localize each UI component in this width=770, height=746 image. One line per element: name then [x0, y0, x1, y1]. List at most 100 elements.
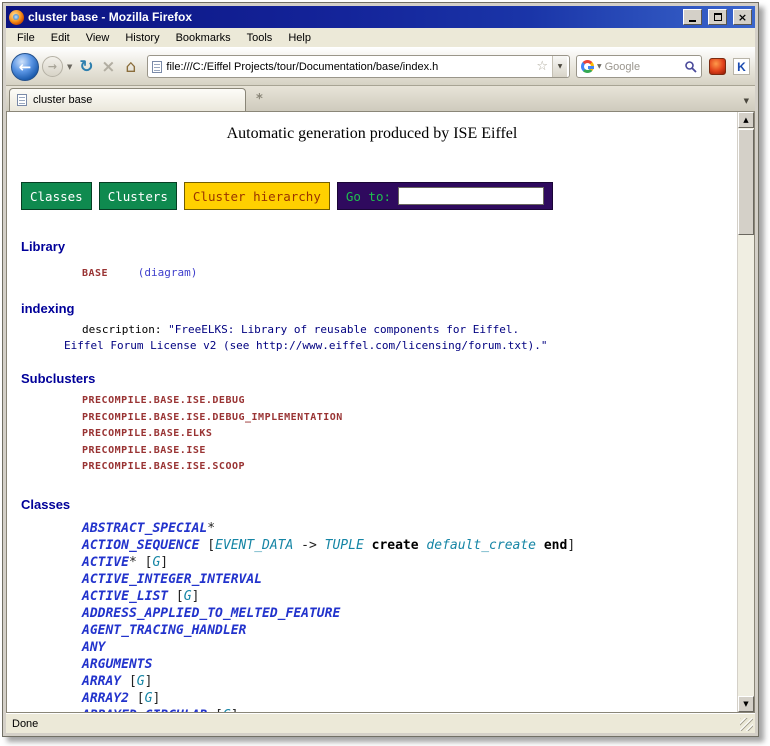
subcluster-link[interactable]: PRECOMPILE.BASE.ISE	[82, 443, 737, 460]
status-bar: Done	[6, 713, 755, 733]
minimize-button[interactable]	[683, 9, 702, 25]
scroll-up-button[interactable]: ▲	[738, 112, 754, 128]
bookmark-star-icon[interactable]: ☆	[536, 59, 548, 74]
menu-view[interactable]: View	[78, 29, 118, 47]
indexing-line-1: description: "FreeELKS: Library of reusa…	[82, 322, 737, 338]
generic-parameter-link[interactable]: default_create	[426, 538, 536, 553]
class-link[interactable]: ARRAY2	[82, 691, 129, 706]
tab-title: cluster base	[33, 94, 92, 106]
class-link[interactable]: ANY	[82, 640, 105, 655]
stop-button[interactable]: ×	[99, 56, 117, 78]
generic-parameter-link[interactable]: G	[184, 589, 192, 604]
scrollbar-track[interactable]	[738, 236, 754, 696]
class-entry-text: *	[207, 521, 215, 536]
menu-tools[interactable]: Tools	[239, 29, 281, 47]
class-entry-text: ]	[231, 708, 239, 713]
firefox-icon	[9, 10, 24, 25]
addon-icon-red[interactable]	[709, 58, 726, 75]
back-button[interactable]: ←	[11, 53, 39, 81]
page-title: Automatic generation produced by ISE Eif…	[7, 125, 737, 143]
addon-icon-k[interactable]: K	[733, 58, 750, 75]
menu-bookmarks[interactable]: Bookmarks	[168, 29, 239, 47]
class-entry-text: ]	[152, 691, 160, 706]
class-entry: ARGUMENTS	[82, 656, 737, 673]
menu-file[interactable]: File	[9, 29, 43, 47]
minimize-icon	[689, 20, 696, 22]
tab-strip-icon[interactable]: *	[256, 92, 263, 107]
home-button[interactable]: ⌂	[120, 56, 141, 78]
close-button[interactable]: ×	[733, 9, 752, 25]
address-input[interactable]: file:///C:/Eiffel Projects/tour/Document…	[166, 61, 532, 73]
address-dropdown-button[interactable]: ▼	[552, 56, 567, 77]
class-link[interactable]: ADDRESS_APPLIED_TO_MELTED_FEATURE	[82, 606, 340, 621]
class-entry-text: [	[137, 555, 153, 570]
class-link[interactable]: ACTION_SEQUENCE	[82, 538, 199, 553]
search-engine-dropdown-icon[interactable]: ▼	[597, 63, 602, 70]
scroll-down-button[interactable]: ▼	[738, 696, 754, 712]
goto-box: Go to:	[337, 182, 553, 210]
class-link[interactable]: ACTIVE_LIST	[82, 589, 168, 604]
class-link[interactable]: ACTIVE_INTEGER_INTERVAL	[82, 572, 262, 587]
scrollbar-thumb[interactable]	[738, 129, 754, 235]
subcluster-link[interactable]: PRECOMPILE.BASE.ISE.DEBUG_IMPLEMENTATION	[82, 410, 737, 427]
search-box[interactable]: ▼ Google	[576, 55, 702, 78]
class-entry-text: [	[207, 708, 223, 713]
address-bar[interactable]: file:///C:/Eiffel Projects/tour/Document…	[147, 55, 570, 78]
library-name-link[interactable]: BASE	[82, 268, 108, 279]
maximize-icon	[714, 13, 722, 21]
classes-link[interactable]: Classes	[21, 182, 92, 210]
search-magnifier-icon[interactable]	[684, 60, 697, 73]
class-list: ABSTRACT_SPECIAL*ACTION_SEQUENCE [EVENT_…	[82, 520, 737, 713]
class-entry: ARRAYED_CIRCULAR [G]	[82, 707, 737, 713]
class-entry-text: [	[121, 674, 137, 689]
generic-parameter-link[interactable]: TUPLE	[325, 538, 364, 553]
tab-cluster-base[interactable]: cluster base	[9, 88, 246, 111]
menubar: FileEditViewHistoryBookmarksToolsHelp	[6, 28, 755, 48]
subcluster-link[interactable]: PRECOMPILE.BASE.ISE.SCOOP	[82, 459, 737, 476]
generic-parameter-link[interactable]: EVENT_DATA	[215, 538, 293, 553]
subcluster-link[interactable]: PRECOMPILE.BASE.ISE.DEBUG	[82, 393, 737, 410]
maximize-button[interactable]	[708, 9, 727, 25]
class-link[interactable]: ARRAYED_CIRCULAR	[82, 708, 207, 713]
cluster-hierarchy-link[interactable]: Cluster hierarchy	[184, 182, 330, 210]
class-link[interactable]: ACTIVE	[82, 555, 129, 570]
menu-help[interactable]: Help	[280, 29, 319, 47]
close-icon: ×	[738, 12, 747, 23]
indexing-heading: indexing	[21, 301, 737, 316]
goto-label: Go to:	[346, 189, 391, 204]
class-entry-text: [	[168, 589, 184, 604]
class-link[interactable]: AGENT_TRACING_HANDLER	[82, 623, 246, 638]
diagram-link[interactable]: (diagram)	[138, 266, 198, 279]
menu-edit[interactable]: Edit	[43, 29, 78, 47]
classes-heading: Classes	[21, 497, 737, 512]
subcluster-list: PRECOMPILE.BASE.ISE.DEBUGPRECOMPILE.BASE…	[82, 393, 737, 476]
class-entry-text: ]	[145, 674, 153, 689]
class-link[interactable]: ABSTRACT_SPECIAL	[82, 521, 207, 536]
class-entry-text: ]	[160, 555, 168, 570]
reload-button[interactable]: ↻	[76, 56, 96, 78]
list-all-tabs-button[interactable]: ▼	[744, 97, 749, 105]
class-link[interactable]: ARRAY	[82, 674, 121, 689]
generic-parameter-link[interactable]: G	[137, 674, 145, 689]
class-entry: ARRAY2 [G]	[82, 690, 737, 707]
clusters-link[interactable]: Clusters	[99, 182, 177, 210]
forward-button[interactable]: →	[42, 56, 63, 77]
generic-parameter-link[interactable]: G	[223, 708, 231, 713]
subcluster-link[interactable]: PRECOMPILE.BASE.ELKS	[82, 426, 737, 443]
firefox-window: cluster base - Mozilla Firefox × FileEdi…	[2, 2, 759, 737]
class-entry-text: ->	[293, 538, 324, 553]
class-link[interactable]: ARGUMENTS	[82, 657, 152, 672]
titlebar[interactable]: cluster base - Mozilla Firefox ×	[6, 6, 755, 28]
class-entry-text: [	[199, 538, 215, 553]
back-forward-dropdown-icon[interactable]: ▼	[66, 63, 73, 71]
menu-history[interactable]: History	[117, 29, 167, 47]
google-logo-icon[interactable]	[581, 60, 594, 73]
class-entry-text: ]	[192, 589, 200, 604]
class-entry: ACTIVE* [G]	[82, 554, 737, 571]
resize-grip[interactable]	[740, 718, 753, 731]
class-entry: ACTION_SEQUENCE [EVENT_DATA -> TUPLE cre…	[82, 537, 737, 554]
vertical-scrollbar[interactable]: ▲ ▼	[737, 112, 754, 712]
goto-input[interactable]	[398, 187, 544, 205]
search-input[interactable]: Google	[605, 61, 681, 73]
class-entry: ARRAY [G]	[82, 673, 737, 690]
